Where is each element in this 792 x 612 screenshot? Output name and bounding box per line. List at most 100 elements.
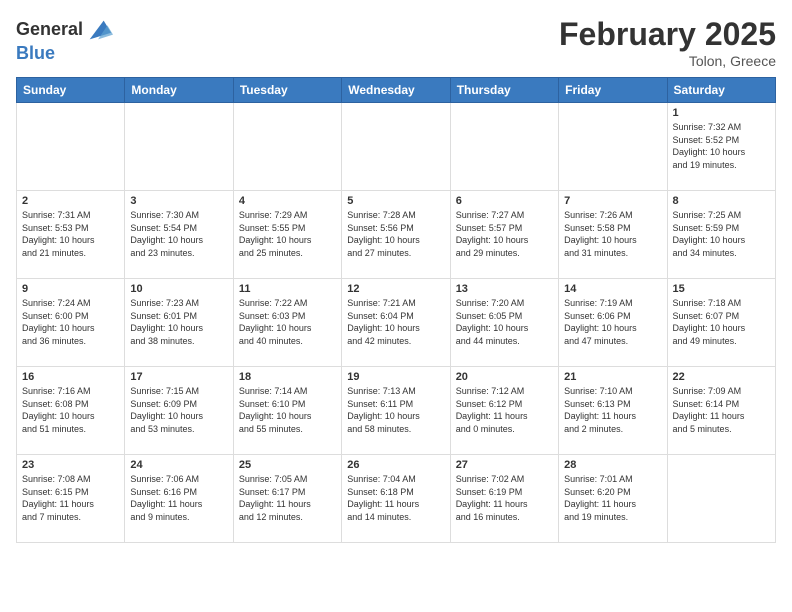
calendar-cell <box>450 103 558 191</box>
day-number: 24 <box>130 459 227 471</box>
day-number: 3 <box>130 195 227 207</box>
weekday-header: Monday <box>125 78 233 103</box>
calendar-cell: 7 Sunrise: 7:26 AM Sunset: 5:58 PM Daylig… <box>559 191 667 279</box>
day-number: 28 <box>564 459 661 471</box>
calendar-cell <box>17 103 125 191</box>
weekday-header: Wednesday <box>342 78 450 103</box>
calendar-cell: 3 Sunrise: 7:30 AM Sunset: 5:54 PM Daylig… <box>125 191 233 279</box>
day-info: Sunrise: 7:25 AM Sunset: 5:59 PM Dayligh… <box>673 209 770 259</box>
day-info: Sunrise: 7:27 AM Sunset: 5:57 PM Dayligh… <box>456 209 553 259</box>
day-info: Sunrise: 7:09 AM Sunset: 6:14 PM Dayligh… <box>673 385 770 435</box>
day-info: Sunrise: 7:21 AM Sunset: 6:04 PM Dayligh… <box>347 297 444 347</box>
calendar-cell <box>342 103 450 191</box>
weekday-header: Tuesday <box>233 78 341 103</box>
day-info: Sunrise: 7:26 AM Sunset: 5:58 PM Dayligh… <box>564 209 661 259</box>
day-info: Sunrise: 7:04 AM Sunset: 6:18 PM Dayligh… <box>347 473 444 523</box>
calendar-cell: 2 Sunrise: 7:31 AM Sunset: 5:53 PM Daylig… <box>17 191 125 279</box>
weekday-header: Saturday <box>667 78 775 103</box>
month-title: February 2025 <box>559 16 776 53</box>
day-number: 1 <box>673 107 770 119</box>
day-number: 5 <box>347 195 444 207</box>
calendar-cell <box>233 103 341 191</box>
calendar-cell: 11 Sunrise: 7:22 AM Sunset: 6:03 PM Dayli… <box>233 279 341 367</box>
logo-general-text: General <box>16 20 83 40</box>
day-number: 26 <box>347 459 444 471</box>
day-info: Sunrise: 7:23 AM Sunset: 6:01 PM Dayligh… <box>130 297 227 347</box>
calendar-cell: 24 Sunrise: 7:06 AM Sunset: 6:16 PM Dayli… <box>125 455 233 543</box>
weekday-header: Thursday <box>450 78 558 103</box>
title-block: February 2025 Tolon, Greece <box>559 16 776 69</box>
calendar-week-row: 1 Sunrise: 7:32 AM Sunset: 5:52 PM Daylig… <box>17 103 776 191</box>
day-info: Sunrise: 7:15 AM Sunset: 6:09 PM Dayligh… <box>130 385 227 435</box>
day-info: Sunrise: 7:14 AM Sunset: 6:10 PM Dayligh… <box>239 385 336 435</box>
day-info: Sunrise: 7:18 AM Sunset: 6:07 PM Dayligh… <box>673 297 770 347</box>
calendar-cell: 16Sunrise: 7:16 AM Sunset: 6:08 PM Dayli… <box>17 367 125 455</box>
day-number: 6 <box>456 195 553 207</box>
day-number: 25 <box>239 459 336 471</box>
calendar-cell: 10 Sunrise: 7:23 AM Sunset: 6:01 PM Dayli… <box>125 279 233 367</box>
day-info: Sunrise: 7:31 AM Sunset: 5:53 PM Dayligh… <box>22 209 119 259</box>
day-number: 9 <box>22 283 119 295</box>
day-number: 4 <box>239 195 336 207</box>
day-number: 12 <box>347 283 444 295</box>
location: Tolon, Greece <box>559 53 776 69</box>
day-number: 10 <box>130 283 227 295</box>
weekday-header: Sunday <box>17 78 125 103</box>
calendar-header-row: SundayMondayTuesdayWednesdayThursdayFrid… <box>17 78 776 103</box>
calendar-cell: 1 Sunrise: 7:32 AM Sunset: 5:52 PM Daylig… <box>667 103 775 191</box>
calendar-cell: 13 Sunrise: 7:20 AM Sunset: 6:05 PM Dayli… <box>450 279 558 367</box>
calendar-cell: 23Sunrise: 7:08 AM Sunset: 6:15 PM Dayli… <box>17 455 125 543</box>
calendar-cell: 9 Sunrise: 7:24 AM Sunset: 6:00 PM Daylig… <box>17 279 125 367</box>
calendar-cell: 12 Sunrise: 7:21 AM Sunset: 6:04 PM Dayli… <box>342 279 450 367</box>
calendar-week-row: 9 Sunrise: 7:24 AM Sunset: 6:00 PM Daylig… <box>17 279 776 367</box>
day-number: 19 <box>347 371 444 383</box>
calendar-week-row: 2 Sunrise: 7:31 AM Sunset: 5:53 PM Daylig… <box>17 191 776 279</box>
day-number: 27 <box>456 459 553 471</box>
day-number: 15 <box>673 283 770 295</box>
calendar-cell <box>559 103 667 191</box>
calendar-cell: 6 Sunrise: 7:27 AM Sunset: 5:57 PM Daylig… <box>450 191 558 279</box>
day-number: 2 <box>22 195 119 207</box>
calendar-cell <box>125 103 233 191</box>
calendar-week-row: 16Sunrise: 7:16 AM Sunset: 6:08 PM Dayli… <box>17 367 776 455</box>
day-info: Sunrise: 7:19 AM Sunset: 6:06 PM Dayligh… <box>564 297 661 347</box>
calendar-cell: 14 Sunrise: 7:19 AM Sunset: 6:06 PM Dayli… <box>559 279 667 367</box>
calendar-cell: 22 Sunrise: 7:09 AM Sunset: 6:14 PM Dayli… <box>667 367 775 455</box>
day-number: 18 <box>239 371 336 383</box>
logo-icon <box>85 16 113 44</box>
calendar-cell: 25Sunrise: 7:05 AM Sunset: 6:17 PM Dayli… <box>233 455 341 543</box>
day-info: Sunrise: 7:10 AM Sunset: 6:13 PM Dayligh… <box>564 385 661 435</box>
calendar-table: SundayMondayTuesdayWednesdayThursdayFrid… <box>16 77 776 543</box>
day-info: Sunrise: 7:24 AM Sunset: 6:00 PM Dayligh… <box>22 297 119 347</box>
day-info: Sunrise: 7:20 AM Sunset: 6:05 PM Dayligh… <box>456 297 553 347</box>
calendar-cell: 18 Sunrise: 7:14 AM Sunset: 6:10 PM Dayli… <box>233 367 341 455</box>
day-info: Sunrise: 7:29 AM Sunset: 5:55 PM Dayligh… <box>239 209 336 259</box>
calendar-cell: 4 Sunrise: 7:29 AM Sunset: 5:55 PM Daylig… <box>233 191 341 279</box>
day-info: Sunrise: 7:32 AM Sunset: 5:52 PM Dayligh… <box>673 121 770 171</box>
day-info: Sunrise: 7:22 AM Sunset: 6:03 PM Dayligh… <box>239 297 336 347</box>
calendar-cell: 17 Sunrise: 7:15 AM Sunset: 6:09 PM Dayli… <box>125 367 233 455</box>
calendar-cell: 28 Sunrise: 7:01 AM Sunset: 6:20 PM Dayli… <box>559 455 667 543</box>
logo: General Blue <box>16 16 113 64</box>
calendar-cell: 27 Sunrise: 7:02 AM Sunset: 6:19 PM Dayli… <box>450 455 558 543</box>
calendar-cell: 26 Sunrise: 7:04 AM Sunset: 6:18 PM Dayli… <box>342 455 450 543</box>
day-number: 11 <box>239 283 336 295</box>
day-number: 22 <box>673 371 770 383</box>
day-number: 17 <box>130 371 227 383</box>
calendar-cell: 8Sunrise: 7:25 AM Sunset: 5:59 PM Daylig… <box>667 191 775 279</box>
calendar-cell: 5Sunrise: 7:28 AM Sunset: 5:56 PM Daylig… <box>342 191 450 279</box>
day-info: Sunrise: 7:12 AM Sunset: 6:12 PM Dayligh… <box>456 385 553 435</box>
day-number: 7 <box>564 195 661 207</box>
day-number: 13 <box>456 283 553 295</box>
day-info: Sunrise: 7:01 AM Sunset: 6:20 PM Dayligh… <box>564 473 661 523</box>
calendar-cell: 19 Sunrise: 7:13 AM Sunset: 6:11 PM Dayli… <box>342 367 450 455</box>
day-info: Sunrise: 7:06 AM Sunset: 6:16 PM Dayligh… <box>130 473 227 523</box>
day-info: Sunrise: 7:08 AM Sunset: 6:15 PM Dayligh… <box>22 473 119 523</box>
page-header: General Blue February 2025 Tolon, Greece <box>16 16 776 69</box>
day-info: Sunrise: 7:02 AM Sunset: 6:19 PM Dayligh… <box>456 473 553 523</box>
day-number: 14 <box>564 283 661 295</box>
weekday-header: Friday <box>559 78 667 103</box>
day-info: Sunrise: 7:13 AM Sunset: 6:11 PM Dayligh… <box>347 385 444 435</box>
calendar-cell: 21Sunrise: 7:10 AM Sunset: 6:13 PM Dayli… <box>559 367 667 455</box>
day-info: Sunrise: 7:30 AM Sunset: 5:54 PM Dayligh… <box>130 209 227 259</box>
